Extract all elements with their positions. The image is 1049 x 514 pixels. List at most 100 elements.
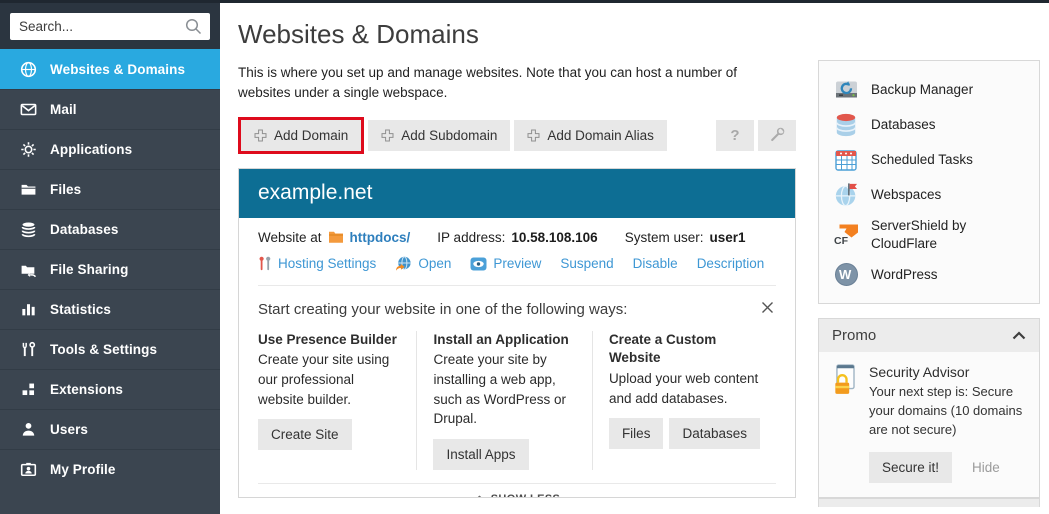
sidebar-item-label: My Profile xyxy=(50,462,116,477)
add-domain-highlight-box: Add Domain xyxy=(238,117,364,154)
tools-icon xyxy=(19,341,37,359)
domain-actions-row: Hosting Settings Open Preview Suspend Di… xyxy=(258,248,776,285)
plus-icon xyxy=(381,129,394,142)
disable-link[interactable]: Disable xyxy=(633,256,678,271)
docroot-link[interactable]: httpdocs/ xyxy=(350,230,411,245)
folder-icon xyxy=(328,230,344,244)
ip-label: IP address: xyxy=(437,230,505,245)
sidebar-item-label: Databases xyxy=(50,222,118,237)
databases-icon xyxy=(833,112,859,137)
chevron-up-icon xyxy=(474,495,485,497)
sidebar-item-label: File Sharing xyxy=(50,262,128,277)
column-text: Create your site using our professional … xyxy=(258,350,400,409)
plus-icon xyxy=(254,129,267,142)
left-sidebar: Websites & Domains Mail Applications Fil… xyxy=(0,0,220,514)
sidebar-item-tools-settings[interactable]: Tools & Settings xyxy=(0,329,220,369)
system-user-label: System user: xyxy=(625,230,704,245)
sidebar-item-label: Extensions xyxy=(50,382,123,397)
column-text: Upload your web content and add database… xyxy=(609,369,760,408)
databases-link[interactable]: Databases xyxy=(833,107,1025,142)
sidebar-item-label: Websites & Domains xyxy=(50,62,185,77)
webspaces-link[interactable]: Webspaces xyxy=(833,177,1025,212)
mail-icon xyxy=(19,101,37,119)
page-title: Websites & Domains xyxy=(238,19,796,50)
sidebar-item-databases[interactable]: Databases xyxy=(0,209,220,249)
help-button[interactable]: ? xyxy=(716,120,754,151)
website-at-label: Website at xyxy=(258,230,322,245)
install-application-column: Install an Application Create your site … xyxy=(416,331,591,470)
search-icon[interactable] xyxy=(184,17,203,39)
extensions-icon xyxy=(19,381,37,399)
install-apps-button[interactable]: Install Apps xyxy=(433,439,528,470)
promo-title: Promo xyxy=(832,327,876,344)
hosting-settings-link[interactable]: Hosting Settings xyxy=(258,256,376,271)
close-icon[interactable] xyxy=(759,299,776,320)
sidebar-item-extensions[interactable]: Extensions xyxy=(0,369,220,409)
servershield-link[interactable]: CF ServerShield by CloudFlare xyxy=(833,212,1025,257)
globe-icon xyxy=(19,61,37,79)
hide-link[interactable]: Hide xyxy=(972,460,1000,475)
page-settings-button[interactable] xyxy=(758,120,796,151)
system-user-value: user1 xyxy=(709,230,745,245)
backup-manager-link[interactable]: Backup Manager xyxy=(833,72,1025,107)
promo-body: Security Advisor Your next step is: Secu… xyxy=(819,352,1039,497)
search-input[interactable] xyxy=(10,13,210,40)
file-sharing-icon xyxy=(19,261,37,279)
sidebar-item-files[interactable]: Files xyxy=(0,169,220,209)
getting-started-title: Start creating your website in one of th… xyxy=(258,301,627,318)
profile-card-icon xyxy=(19,461,37,479)
scheduled-tasks-link[interactable]: Scheduled Tasks xyxy=(833,142,1025,177)
cut-panel-header[interactable]: System Overview xyxy=(819,499,1039,507)
calendar-icon xyxy=(833,147,859,172)
add-domain-button[interactable]: Add Domain xyxy=(241,120,361,151)
column-text: Create your site by installing a web app… xyxy=(433,350,575,428)
gear-icon xyxy=(19,141,37,159)
sidebar-item-applications[interactable]: Applications xyxy=(0,129,220,169)
wrench-icon xyxy=(769,127,785,143)
search-band xyxy=(0,0,220,49)
suspend-link[interactable]: Suspend xyxy=(560,256,613,271)
sidebar-item-users[interactable]: Users xyxy=(0,409,220,449)
create-site-button[interactable]: Create Site xyxy=(258,419,352,450)
security-advisor-title: Security Advisor xyxy=(869,364,1025,380)
wordpress-link[interactable]: W WordPress xyxy=(833,257,1025,292)
custom-website-column: Create a Custom Website Upload your web … xyxy=(592,331,776,470)
domain-card-header: example.net xyxy=(239,169,795,218)
favorites-box: Backup Manager Databases Scheduled Tasks… xyxy=(818,60,1040,304)
svg-text:W: W xyxy=(839,267,852,282)
preview-link[interactable]: Preview xyxy=(470,256,541,271)
add-subdomain-button[interactable]: Add Subdomain xyxy=(368,120,510,151)
cut-off-panel: System Overview xyxy=(818,498,1040,507)
sidebar-item-statistics[interactable]: Statistics xyxy=(0,289,220,329)
sidebar-item-file-sharing[interactable]: File Sharing xyxy=(0,249,220,289)
column-heading: Use Presence Builder xyxy=(258,331,400,350)
presence-builder-column: Use Presence Builder Create your site us… xyxy=(258,331,416,470)
promo-panel: Promo Security Advisor Your next step is… xyxy=(818,318,1040,498)
main-content: Websites & Domains This is where you set… xyxy=(238,3,796,498)
sidebar-item-label: Files xyxy=(50,182,81,197)
open-globe-icon xyxy=(395,256,412,272)
sidebar-item-websites-domains[interactable]: Websites & Domains xyxy=(0,49,220,89)
ip-value: 10.58.108.106 xyxy=(511,230,597,245)
sidebar-item-my-profile[interactable]: My Profile xyxy=(0,449,220,489)
open-site-link[interactable]: Open xyxy=(395,256,451,272)
backup-manager-icon xyxy=(833,77,859,102)
sidebar-item-mail[interactable]: Mail xyxy=(0,89,220,129)
secure-it-button[interactable]: Secure it! xyxy=(869,452,952,483)
security-advisor-text: Your next step is: Secure your domains (… xyxy=(869,383,1025,440)
user-icon xyxy=(19,421,37,439)
bar-chart-icon xyxy=(19,301,37,319)
svg-text:CF: CF xyxy=(834,235,849,247)
show-less-toggle[interactable]: SHOW LESS xyxy=(258,484,776,498)
collapse-chevron-icon[interactable] xyxy=(1012,327,1026,344)
folder-icon xyxy=(19,181,37,199)
promo-panel-header[interactable]: Promo xyxy=(819,319,1039,352)
files-button[interactable]: Files xyxy=(609,418,664,449)
wordpress-icon: W xyxy=(833,262,859,287)
add-domain-alias-button[interactable]: Add Domain Alias xyxy=(514,120,667,151)
description-link[interactable]: Description xyxy=(697,256,765,271)
domain-info-row: Website at httpdocs/ IP address: 10.58.1… xyxy=(258,218,776,248)
question-mark-icon: ? xyxy=(730,127,739,144)
databases-button[interactable]: Databases xyxy=(669,418,760,449)
preview-eye-icon xyxy=(470,257,487,271)
